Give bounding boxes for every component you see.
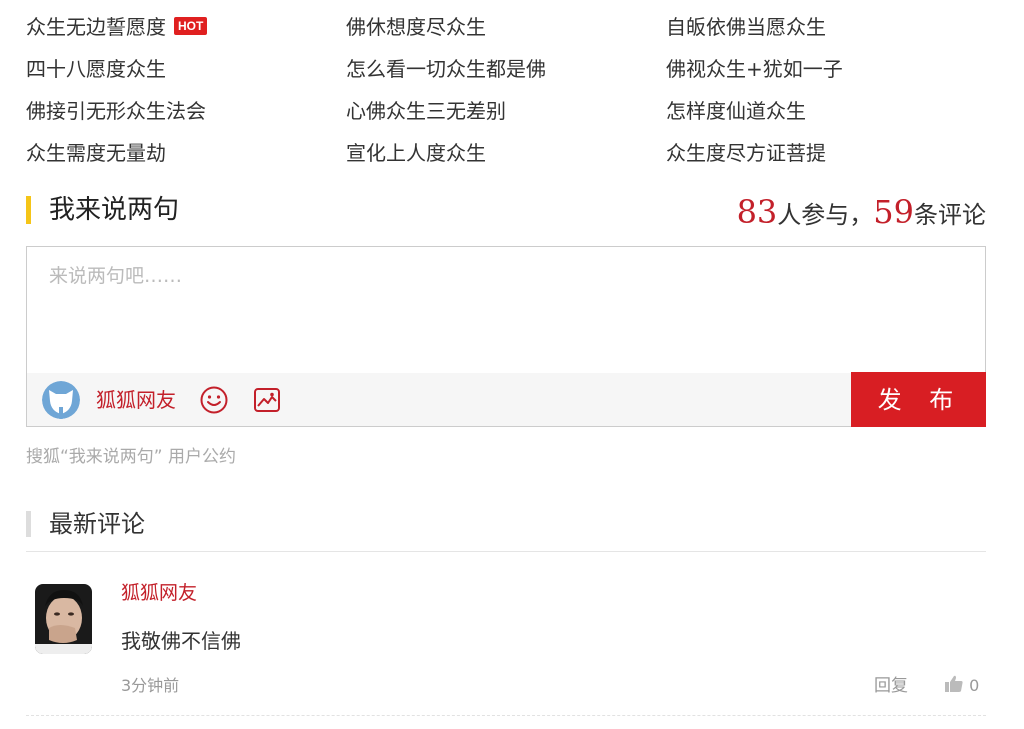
- publish-button[interactable]: 发 布: [851, 372, 986, 427]
- related-link[interactable]: 众生无边誓愿度 HOT: [26, 10, 346, 52]
- comment-username[interactable]: 狐狐网友: [121, 578, 197, 608]
- related-link[interactable]: 怎样度仙道众生: [666, 94, 986, 136]
- comment-section-header: 我来说两句 83人参与，59条评论: [26, 192, 986, 231]
- comment-stats: 83人参与，59条评论: [737, 192, 986, 235]
- comment-input[interactable]: [27, 247, 985, 373]
- related-link[interactable]: 怎么看一切众生都是佛: [346, 52, 666, 94]
- composer-username[interactable]: 狐狐网友: [96, 383, 176, 417]
- related-link[interactable]: 四十八愿度众生: [26, 52, 346, 94]
- hot-badge: HOT: [174, 17, 208, 35]
- related-link[interactable]: 众生度尽方证菩提: [666, 136, 986, 178]
- avatar[interactable]: [35, 584, 92, 654]
- section-accent-bar: [26, 196, 31, 224]
- composer-toolbar: 狐狐网友 发 布: [27, 372, 986, 427]
- comment-count: 59: [873, 193, 914, 231]
- reply-button[interactable]: 回复: [874, 673, 908, 699]
- emoji-icon[interactable]: [199, 385, 229, 415]
- like-count: 0: [969, 676, 980, 695]
- comment-text: 我敬佛不信佛: [121, 629, 241, 653]
- related-link[interactable]: 自皈依佛当愿众生: [666, 10, 986, 52]
- comment-divider: [26, 715, 986, 716]
- section-accent-bar: [26, 511, 31, 537]
- comment-composer: 狐狐网友 发 布: [26, 246, 986, 427]
- related-link[interactable]: 佛视众生+犹如一子: [666, 52, 986, 94]
- comment-section-title: 我来说两句: [49, 195, 180, 225]
- user-agreement-link[interactable]: 搜狐“我来说两句” 用户公约: [26, 444, 236, 470]
- like-button[interactable]: 0: [944, 673, 979, 699]
- related-link[interactable]: 心佛众生三无差别: [346, 94, 666, 136]
- latest-comments-title: 最新评论: [49, 510, 145, 538]
- participant-label: 人参与，: [777, 201, 874, 229]
- related-link[interactable]: 众生需度无量劫: [26, 136, 346, 178]
- thumb-up-icon: [944, 675, 969, 695]
- related-links: 众生无边誓愿度 HOT 佛休想度尽众生 自皈依佛当愿众生 四十八愿度众生 怎么看一…: [26, 10, 986, 178]
- related-link[interactable]: 宣化上人度众生: [346, 136, 666, 178]
- related-link[interactable]: 佛休想度尽众生: [346, 10, 666, 52]
- default-avatar-icon[interactable]: [42, 381, 80, 419]
- comment-time: 3分钟前: [121, 676, 180, 695]
- latest-comments-header: 最新评论: [26, 507, 986, 552]
- comment-count-label: 条评论: [914, 201, 986, 229]
- image-icon[interactable]: [252, 385, 282, 415]
- related-link[interactable]: 佛接引无形众生法会: [26, 94, 346, 136]
- participant-count: 83: [736, 193, 778, 231]
